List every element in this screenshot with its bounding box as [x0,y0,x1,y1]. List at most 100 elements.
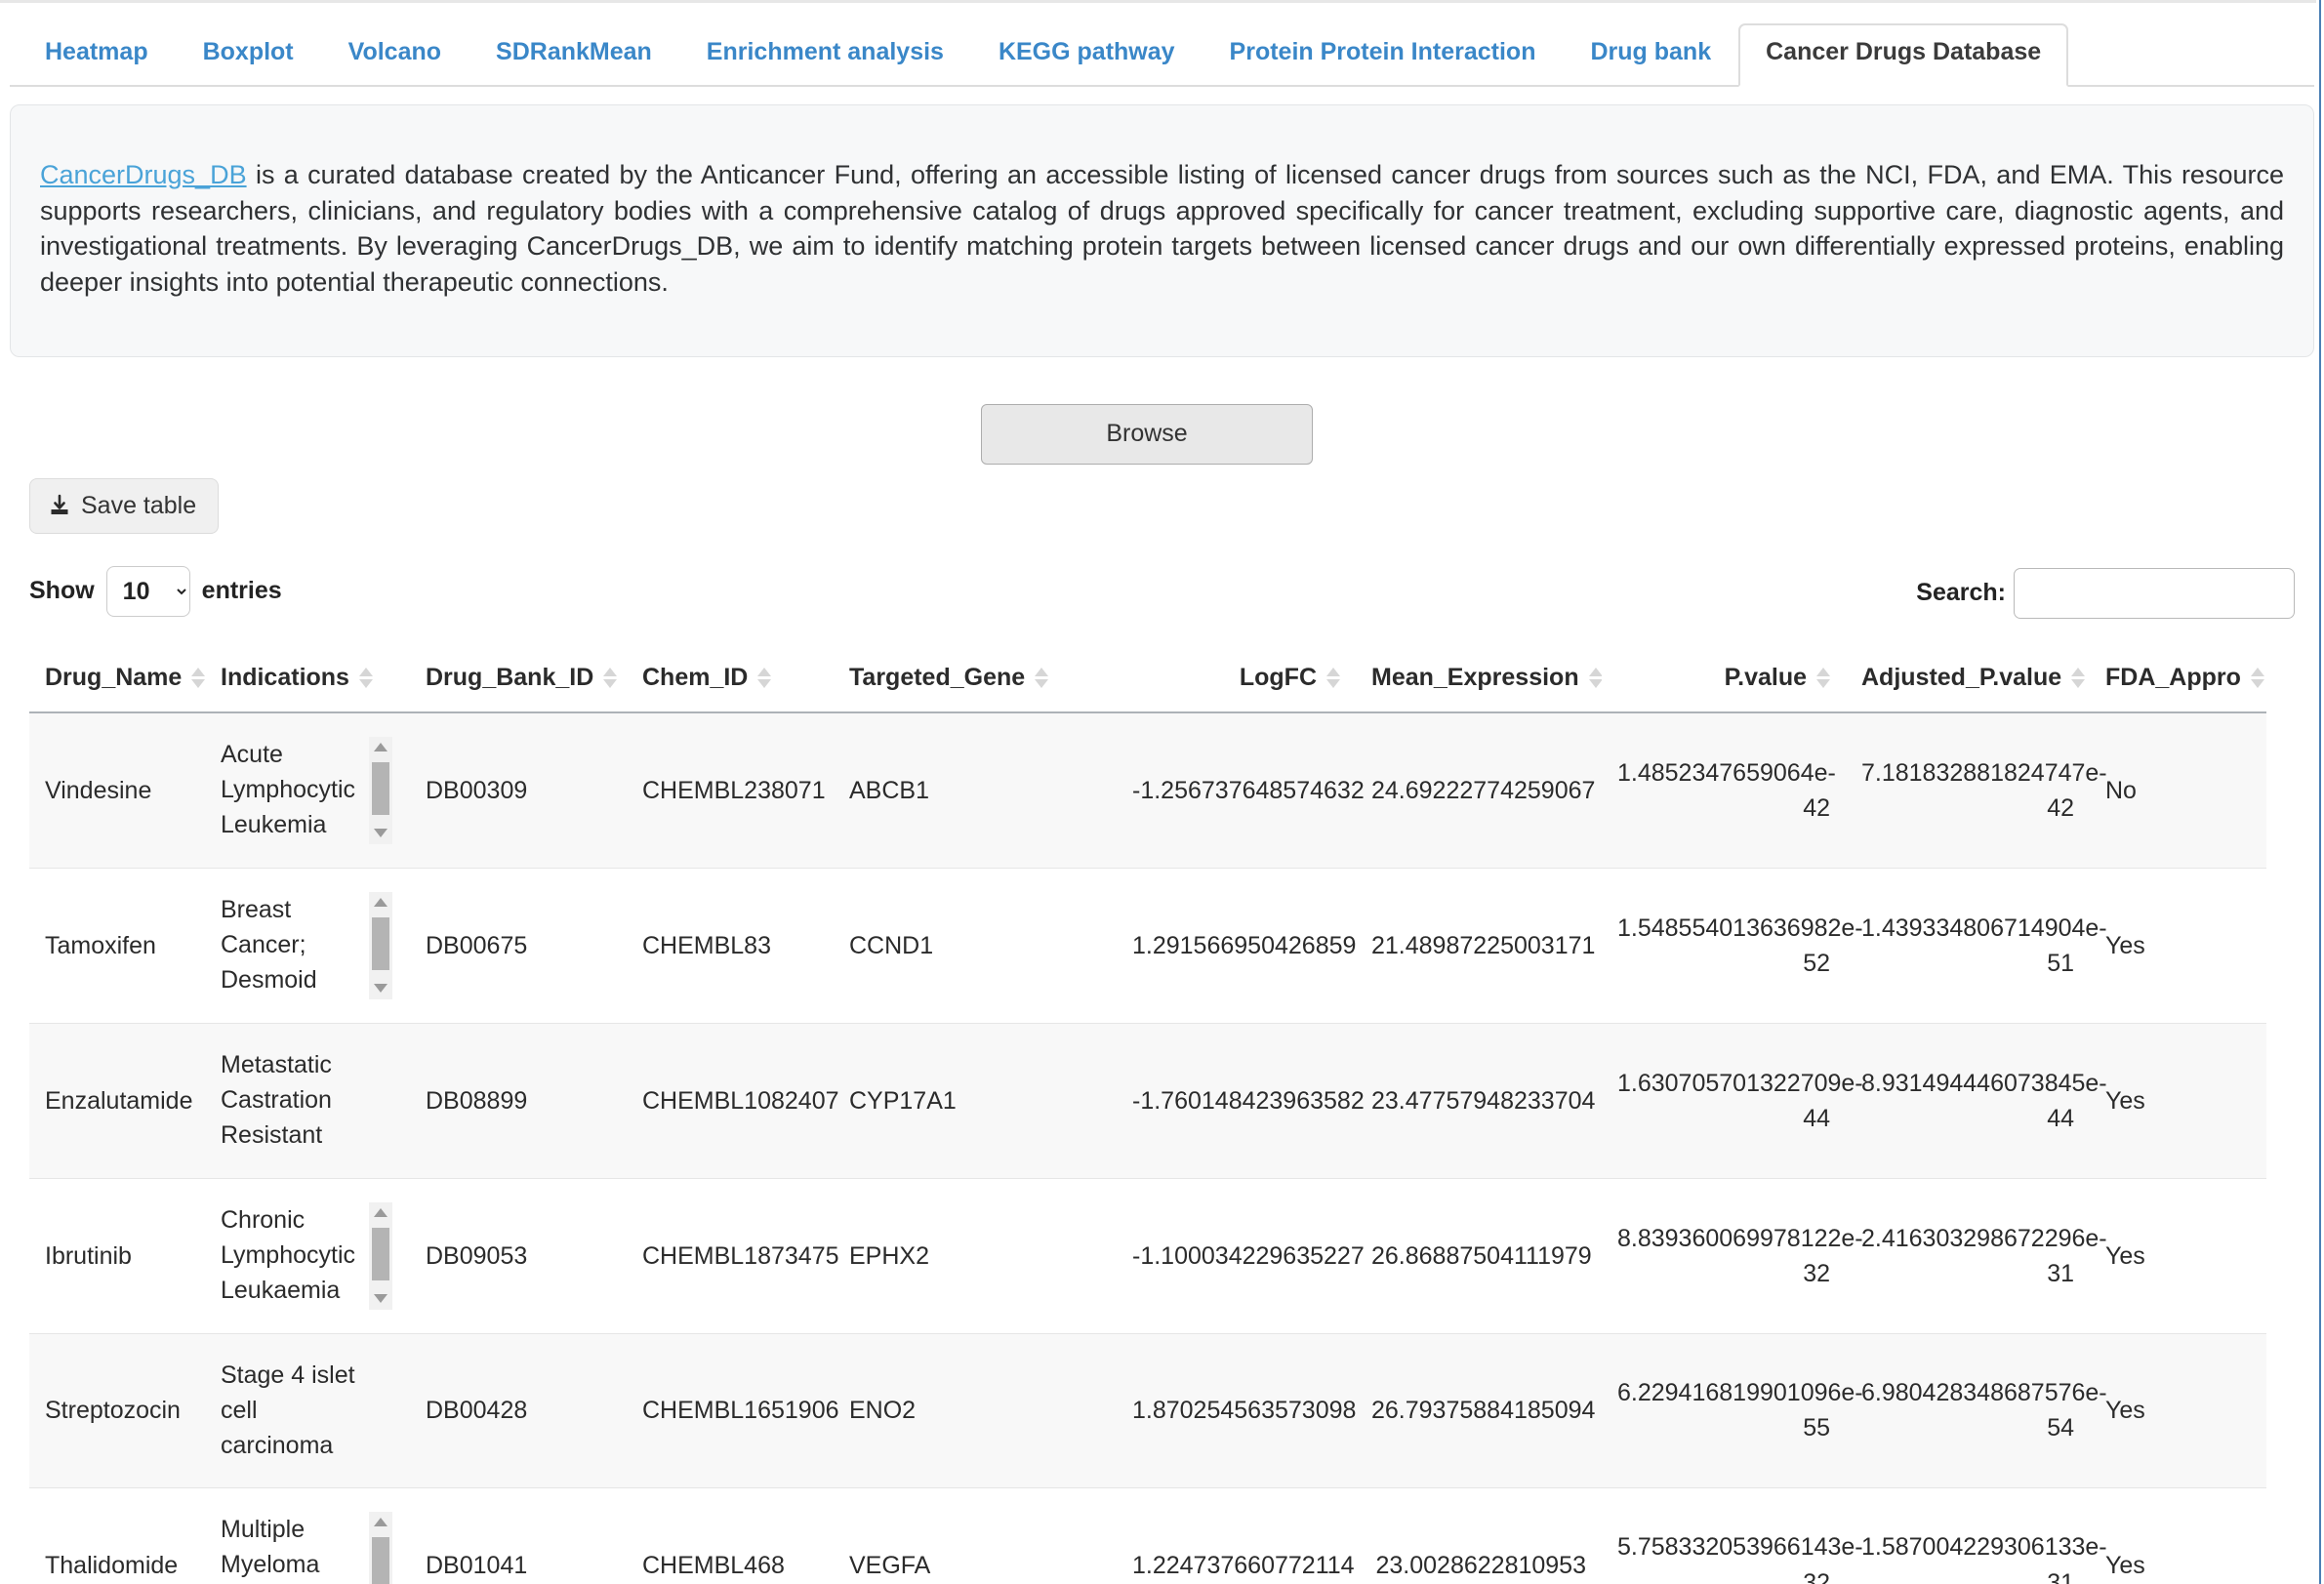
tab-boxplot[interactable]: Boxplot [176,23,321,88]
cell-indications: Chronic Lymphocytic Leukaemia (CLL); [205,1178,410,1334]
save-table-label: Save table [81,491,197,519]
page-length-select[interactable]: 102550100 [105,565,190,617]
sort-arrows-icon[interactable] [2071,667,2086,688]
col-header-p-value[interactable]: P.value [1602,647,1846,713]
cell-indications: Breast Cancer; Desmoid Tumors; Endometri… [205,868,410,1024]
table-row[interactable]: IbrutinibChronic Lymphocytic Leukaemia (… [29,1178,2266,1334]
indications-text: Metastatic Castration Resistant Prostate… [221,1050,332,1150]
cell-indications: Metastatic Castration Resistant Prostate… [205,1023,410,1179]
indications-scrollbar[interactable] [369,891,392,999]
tab-volcano[interactable]: Volcano [321,23,469,88]
cell-targeted-gene: ABCB1 [834,711,1117,869]
cell-fda-approved: Yes [2090,1487,2266,1584]
scroll-down-arrow-icon[interactable] [369,977,392,999]
tab-bar: Heatmap Boxplot Volcano SDRankMean Enrichmen… [10,6,2314,87]
table-row[interactable]: Streptozocin Stage 4 islet cell carcinoma… [29,1333,2266,1488]
table-row[interactable]: Thalidomide Multiple Myeloma (MM); Walden… [29,1487,2266,1584]
col-header-mean-expression[interactable]: Mean_Expression [1356,647,1603,713]
scrollbar-thumb[interactable] [372,761,389,815]
cell-drug-name: Enzalutamide [29,1023,205,1179]
scrollbar-thumb[interactable] [372,916,389,970]
sort-arrows-icon[interactable] [1816,667,1830,688]
indications-text: Chronic Lymphocytic Leukaemia (CLL); [221,1205,356,1305]
indications-scrollbar[interactable] [369,1511,392,1584]
cell-logfc: -1.256737648574632 [1117,711,1365,869]
table-controls: Show 102550100 entries Search: [29,565,2295,634]
cell-indications: Acute Lymphocytic Leukemia (ALL); Melano… [205,711,410,869]
sort-arrows-icon[interactable] [603,667,618,688]
cell-logfc: 1.224737660772114 [1117,1487,1356,1584]
sort-arrows-icon[interactable] [358,667,373,688]
description-panel: CancerDrugs_DB is a curated database cre… [10,104,2314,357]
indications-scroller[interactable]: Chronic Lymphocytic Leukaemia (CLL); [221,1201,392,1310]
tab-kegg-pathway[interactable]: KEGG pathway [971,23,1203,88]
sort-arrows-icon[interactable] [1035,667,1049,688]
sort-arrows-icon[interactable] [191,667,206,688]
col-header-label: Mean_Expression [1371,663,1579,691]
drugs-table-container: Drug_Name Indications Drug_Bank_ID Chem_ID T… [29,647,2266,1584]
sort-arrows-icon[interactable] [1588,667,1603,688]
col-header-indications[interactable]: Indications [205,647,410,713]
cell-drug-bank-id: DB09053 [410,1178,627,1334]
cell-mean-expression: 26.86887504111979 [1356,1178,1602,1334]
cell-indications: Multiple Myeloma (MM); Waldenstrom's [205,1487,410,1584]
col-header-logfc[interactable]: LogFC [1117,647,1356,713]
scroll-down-arrow-icon[interactable] [369,1287,392,1310]
indications-text: Stage 4 islet cell carcinoma [221,1361,355,1460]
indications-scroller[interactable]: Acute Lymphocytic Leukemia (ALL); Melano… [221,736,392,844]
col-header-label: Adjusted_P.value [1861,663,2062,691]
tab-protein-protein-interaction[interactable]: Protein Protein Interaction [1203,23,1564,88]
scrollbar-thumb[interactable] [372,1227,389,1280]
col-header-adjusted-p-value[interactable]: Adjusted_P.value [1846,647,2090,713]
search-input[interactable] [2014,567,2295,619]
search-label: Search: [1916,579,2006,607]
tab-enrichment-analysis[interactable]: Enrichment analysis [679,23,971,88]
scroll-up-arrow-icon[interactable] [369,1201,392,1224]
sort-arrows-icon[interactable] [1326,667,1340,688]
table-row[interactable]: VindesineAcute Lymphocytic Leukemia (ALL… [29,711,2266,869]
scroll-up-arrow-icon[interactable] [369,891,392,914]
tab-drug-bank[interactable]: Drug bank [1563,23,1738,88]
col-header-targeted-gene[interactable]: Targeted_Gene [834,647,1117,713]
scrollbar-thumb[interactable] [372,1536,389,1584]
cell-chem-id: CHEMBL1082407 [627,1023,839,1179]
tab-sdrankmean[interactable]: SDRankMean [469,23,679,88]
cell-targeted-gene: ENO2 [834,1333,1117,1488]
indications-scroller[interactable]: Metastatic Castration Resistant Prostate… [221,1047,392,1155]
table-row[interactable]: TamoxifenBreast Cancer; Desmoid Tumors; … [29,868,2266,1024]
sort-arrows-icon[interactable] [2250,667,2264,688]
cell-adjusted-p-value: 7.181832881824747e-42 [1846,711,2107,869]
cell-mean-expression: 23.47757948233704 [1356,1023,1602,1179]
indications-scrollbar[interactable] [369,1201,392,1310]
cell-mean-expression: 26.79375884185094 [1356,1333,1602,1488]
col-header-fda-appro[interactable]: FDA_Appro [2090,647,2266,713]
indications-scroller[interactable]: Stage 4 islet cell carcinoma [221,1358,392,1464]
scroll-up-arrow-icon[interactable] [369,736,392,758]
tab-heatmap[interactable]: Heatmap [18,23,176,88]
col-header-label: Drug_Bank_ID [426,663,594,691]
save-table-row: Save table [0,477,2324,552]
scroll-down-arrow-icon[interactable] [369,822,392,844]
sort-arrows-icon[interactable] [757,667,772,688]
cell-fda-approved: Yes [2090,1178,2266,1334]
cell-p-value: 1.630705701322709e-44 [1602,1023,1863,1179]
scroll-up-arrow-icon[interactable] [369,1511,392,1533]
browse-button[interactable]: Browse [981,403,1313,465]
tab-cancer-drugs-database[interactable]: Cancer Drugs Database [1738,22,2069,87]
cell-fda-approved: Yes [2090,868,2266,1024]
col-header-drug-name[interactable]: Drug_Name [29,647,206,713]
indications-scroller[interactable]: Breast Cancer; Desmoid Tumors; Endometri… [221,891,392,999]
cell-indications: Stage 4 islet cell carcinoma [205,1333,410,1488]
cell-targeted-gene: CCND1 [834,868,1117,1024]
col-header-drug-bank-id[interactable]: Drug_Bank_ID [410,647,627,713]
cell-p-value: 5.758332053966143e-32 [1602,1487,1863,1584]
indications-scrollbar[interactable] [369,736,392,844]
col-header-chem-id[interactable]: Chem_ID [627,647,834,713]
page-length-group: Show 102550100 entries [29,565,282,617]
cancerdrugs-db-link[interactable]: CancerDrugs_DB [40,160,247,189]
cell-adjusted-p-value: 1.587004229306133e-31 [1846,1487,2107,1584]
cell-logfc: -1.760148423963582 [1117,1023,1365,1179]
table-row[interactable]: Enzalutamide Metastatic Castration Resist… [29,1023,2266,1179]
indications-scroller[interactable]: Multiple Myeloma (MM); Waldenstrom's [221,1511,392,1584]
save-table-button[interactable]: Save table [29,477,220,534]
